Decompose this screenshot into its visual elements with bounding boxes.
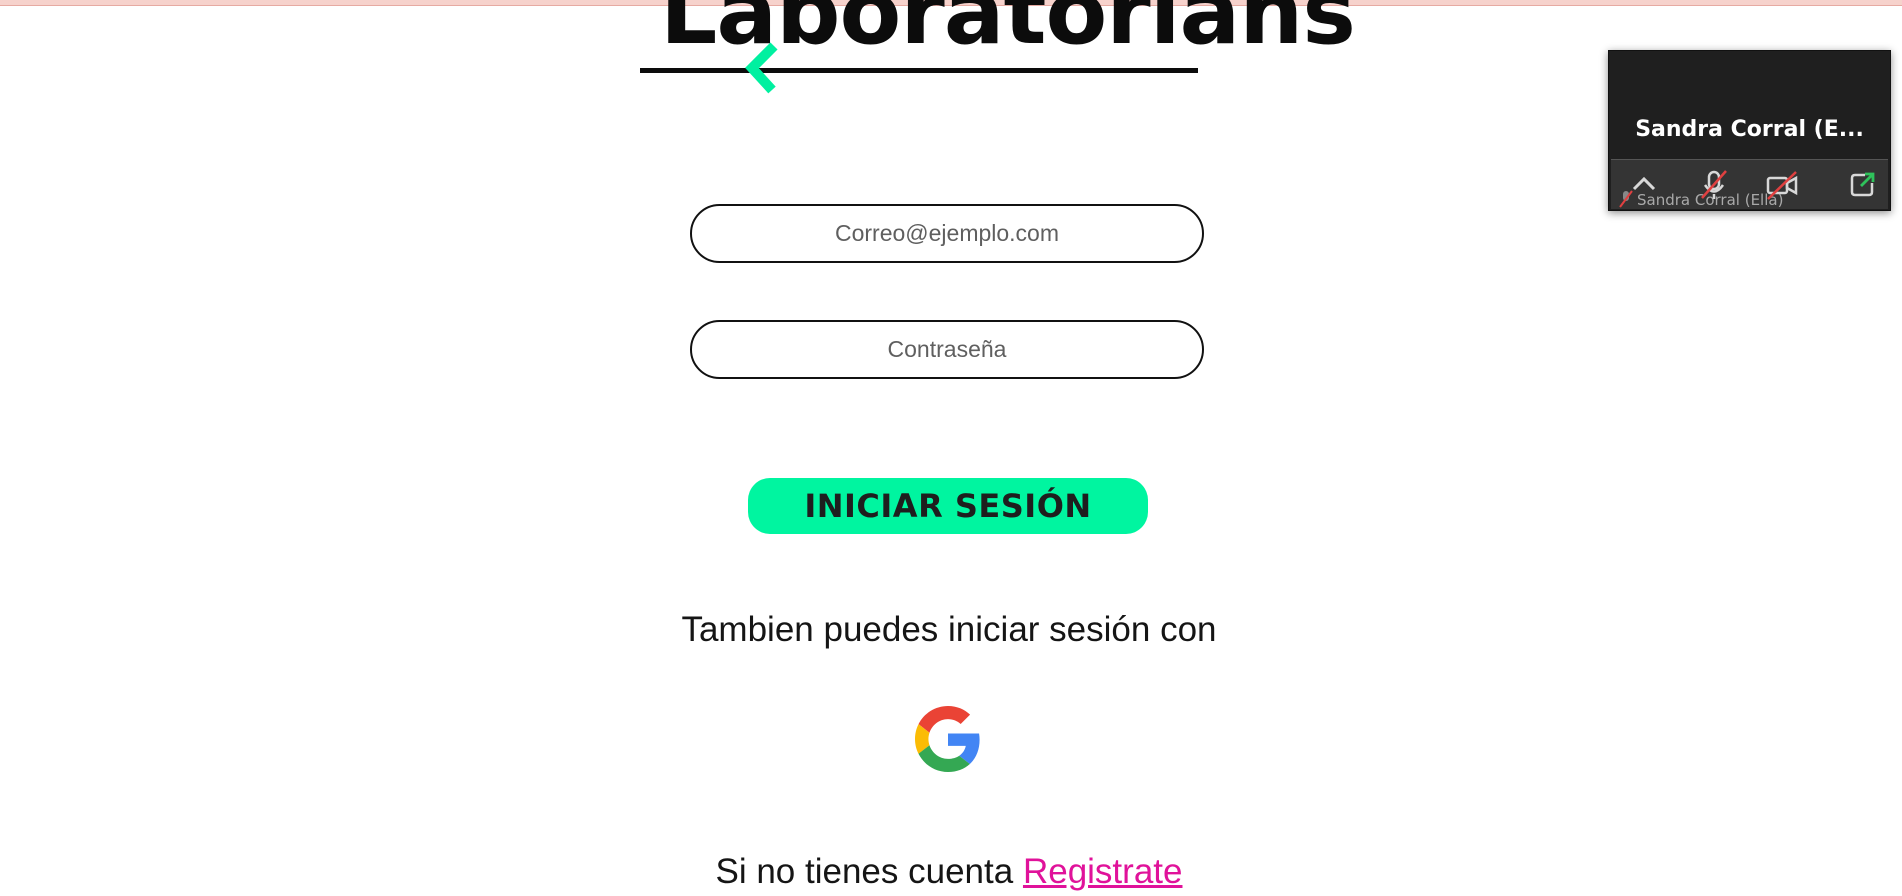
zoom-participant-window[interactable]: Sandra Corral (E... Sandra Corral (Ella) (1608, 50, 1891, 211)
mic-muted-icon[interactable] (1697, 168, 1731, 202)
share-out-icon[interactable] (1845, 168, 1879, 202)
email-field[interactable] (690, 204, 1204, 263)
chevron-up-icon[interactable] (1627, 168, 1661, 202)
login-button[interactable]: INICIAR SESIÓN (748, 478, 1148, 534)
chevron-left-icon (745, 42, 778, 94)
zoom-controls-bar: Sandra Corral (Ella) (1611, 159, 1888, 209)
video-off-icon[interactable] (1765, 168, 1799, 202)
password-field[interactable] (690, 320, 1204, 379)
participant-name: Sandra Corral (E... (1635, 117, 1864, 142)
logo-underline (640, 68, 1198, 73)
alt-login-text: Tambien puedes iniciar sesión con (681, 610, 1217, 649)
google-icon[interactable] (915, 706, 981, 772)
register-link[interactable]: Registrate (1023, 852, 1183, 891)
signup-prompt: Si no tienes cuenta Registrate (0, 852, 1898, 892)
logo: Laboratorians (640, 0, 1356, 100)
signup-prompt-text: Si no tienes cuenta (715, 852, 1014, 891)
